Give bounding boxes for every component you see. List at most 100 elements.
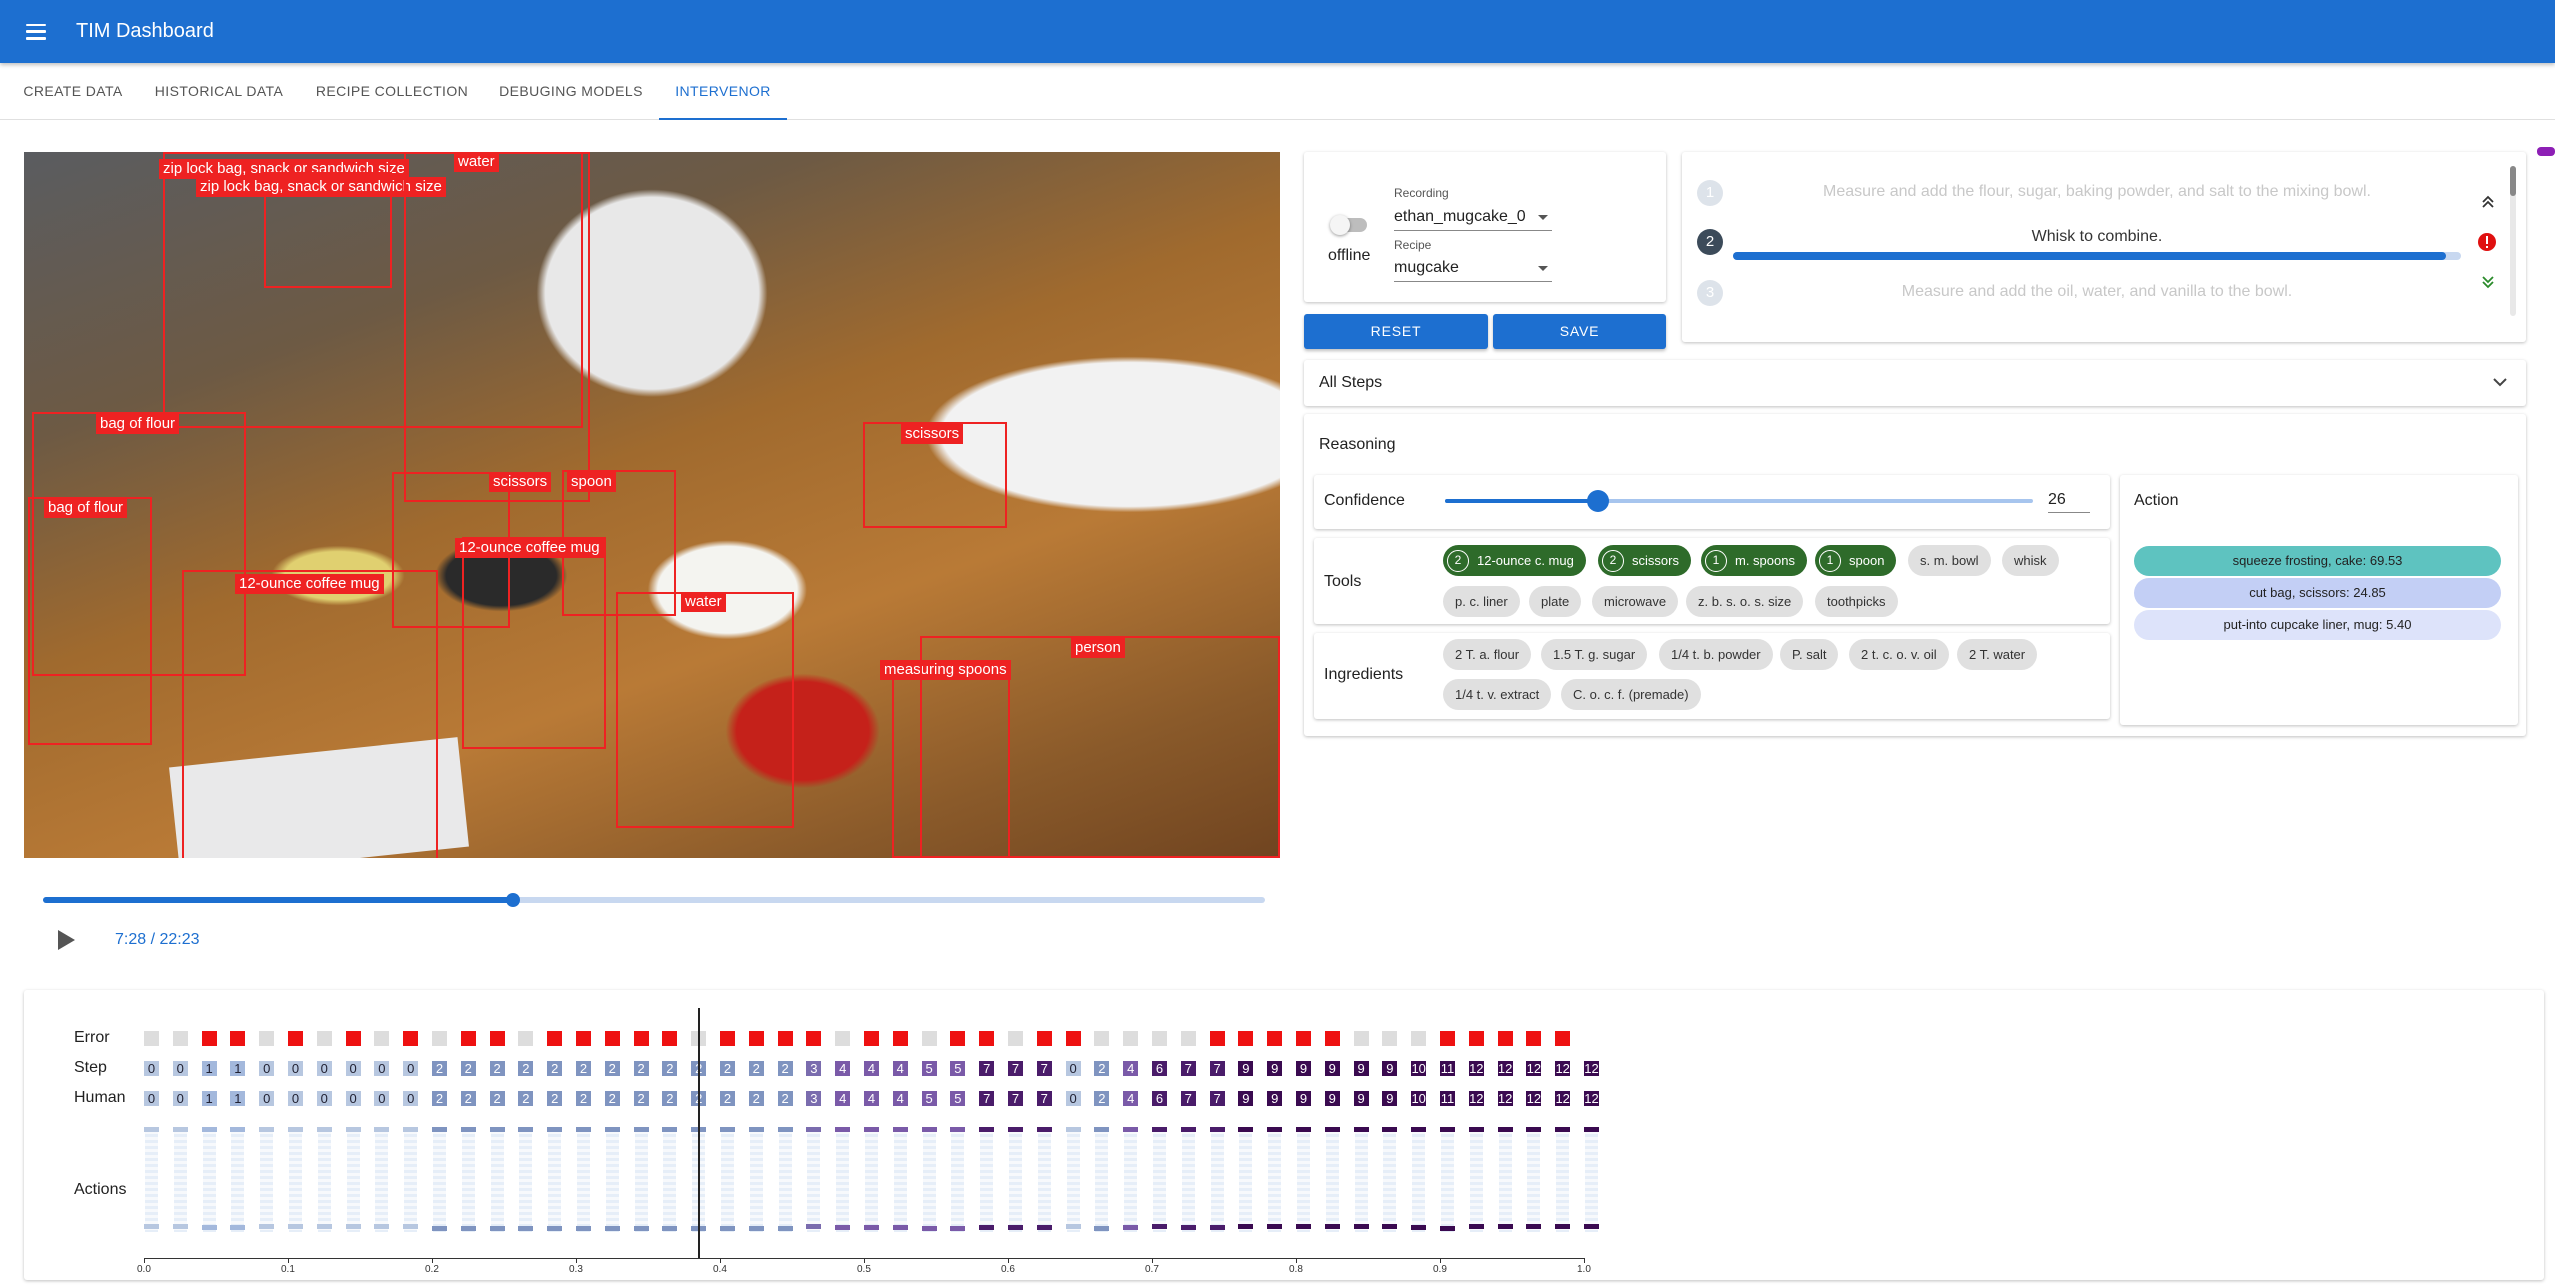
error-cell[interactable] [864, 1031, 879, 1046]
action-column[interactable] [1009, 1128, 1022, 1232]
step-cell[interactable]: 0 [288, 1061, 303, 1076]
step-cell[interactable]: 2 [460, 1061, 476, 1076]
action-column[interactable] [1210, 1128, 1224, 1232]
error-cell[interactable] [576, 1031, 591, 1046]
step-cell[interactable]: 5 [921, 1061, 937, 1076]
step-cell[interactable]: 12 [1584, 1061, 1599, 1076]
action-column[interactable] [1239, 1128, 1253, 1232]
step-cell[interactable]: 2 [518, 1061, 534, 1076]
step-cell[interactable]: 12 [1497, 1061, 1513, 1076]
action-column[interactable] [951, 1128, 965, 1232]
confidence-input[interactable]: 26 [2048, 491, 2090, 513]
confidence-thumb[interactable] [1586, 490, 1609, 512]
human-cell[interactable]: 2 [662, 1091, 678, 1106]
action-column[interactable] [865, 1128, 878, 1232]
step-cell[interactable]: 7 [1008, 1061, 1023, 1076]
error-cell[interactable] [1468, 1031, 1484, 1046]
recipe-select[interactable]: mugcake [1394, 259, 1552, 282]
recording-select[interactable]: ethan_mugcake_0 [1394, 208, 1552, 231]
action-column[interactable] [1124, 1128, 1138, 1232]
tool-chip[interactable]: microwave [1592, 586, 1679, 617]
action-column[interactable] [922, 1128, 936, 1232]
human-cell[interactable]: 2 [633, 1091, 649, 1106]
action-column[interactable] [461, 1128, 475, 1232]
action-column[interactable] [548, 1128, 562, 1232]
error-cell[interactable] [345, 1031, 361, 1046]
error-cell[interactable] [172, 1031, 188, 1046]
action-column[interactable] [836, 1128, 850, 1232]
error-cell[interactable] [374, 1031, 390, 1046]
human-cell[interactable]: 9 [1296, 1091, 1311, 1106]
ingredient-chip[interactable]: P. salt [1780, 639, 1839, 670]
human-cell[interactable]: 4 [835, 1091, 851, 1106]
error-cell[interactable] [1353, 1031, 1369, 1046]
step-cell[interactable]: 9 [1382, 1061, 1398, 1076]
error-cell[interactable] [1382, 1031, 1398, 1046]
action-column[interactable] [1297, 1128, 1310, 1232]
tool-chip[interactable]: toothpicks [1815, 586, 1898, 617]
step-cell[interactable]: 0 [144, 1061, 159, 1076]
human-cell[interactable]: 0 [374, 1091, 390, 1106]
human-cell[interactable]: 7 [1008, 1091, 1023, 1106]
action-column[interactable] [1585, 1128, 1598, 1232]
error-cell[interactable] [835, 1031, 851, 1046]
human-cell[interactable]: 1 [230, 1091, 246, 1106]
action-column[interactable] [519, 1128, 533, 1232]
error-cell[interactable] [144, 1031, 159, 1046]
ingredient-chip[interactable]: 1/4 t. b. powder [1659, 639, 1773, 670]
human-cell[interactable]: 12 [1555, 1091, 1571, 1106]
human-cell[interactable]: 4 [864, 1091, 879, 1106]
step-cell[interactable]: 6 [1152, 1061, 1167, 1076]
video-frame[interactable]: zip lock bag, snack or sandwich size zip… [24, 152, 1280, 858]
human-cell[interactable]: 0 [259, 1091, 275, 1106]
tool-chip-active[interactable]: 2 scissors [1598, 545, 1691, 576]
human-cell[interactable]: 12 [1526, 1091, 1542, 1106]
action-column[interactable] [433, 1128, 446, 1232]
error-cell[interactable] [201, 1031, 217, 1046]
step-cell[interactable]: 0 [1065, 1061, 1081, 1076]
human-cell[interactable]: 9 [1238, 1091, 1254, 1106]
human-cell[interactable]: 4 [1123, 1091, 1139, 1106]
error-cell[interactable] [950, 1031, 966, 1046]
error-cell[interactable] [1440, 1031, 1455, 1046]
action-column[interactable] [807, 1128, 821, 1232]
error-cell[interactable] [288, 1031, 303, 1046]
human-cell[interactable]: 0 [345, 1091, 361, 1106]
error-cell[interactable] [547, 1031, 563, 1046]
action-column[interactable] [1412, 1128, 1426, 1232]
step-cell[interactable]: 9 [1296, 1061, 1311, 1076]
human-cell[interactable]: 0 [144, 1091, 159, 1106]
tab-debuging-models[interactable]: DEBUGING MODELS [488, 63, 654, 120]
tab-recipe-collection[interactable]: RECIPE COLLECTION [300, 63, 484, 120]
human-cell[interactable]: 2 [748, 1091, 764, 1106]
human-cell[interactable]: 6 [1152, 1091, 1167, 1106]
step-cell[interactable]: 3 [806, 1061, 822, 1076]
step-cell[interactable]: 2 [432, 1061, 447, 1076]
human-cell[interactable]: 12 [1497, 1091, 1513, 1106]
step-cell[interactable]: 4 [835, 1061, 851, 1076]
action-column[interactable] [375, 1128, 389, 1232]
tool-chip[interactable]: whisk [2002, 545, 2059, 576]
action-column[interactable] [1383, 1128, 1397, 1232]
tab-intervenor[interactable]: INTERVENOR [659, 63, 787, 120]
human-cell[interactable]: 0 [316, 1091, 332, 1106]
ingredient-chip[interactable]: C. o. c. f. (premade) [1561, 679, 1701, 710]
human-cell[interactable]: 2 [547, 1091, 563, 1106]
human-cell[interactable]: 7 [1180, 1091, 1196, 1106]
error-cell[interactable] [892, 1031, 908, 1046]
human-cell[interactable]: 11 [1440, 1091, 1455, 1106]
tool-chip[interactable]: plate [1529, 586, 1582, 617]
error-cell[interactable] [432, 1031, 447, 1046]
error-cell[interactable] [230, 1031, 246, 1046]
action-column[interactable] [289, 1128, 302, 1232]
step-cell[interactable]: 9 [1353, 1061, 1369, 1076]
error-cell[interactable] [1267, 1031, 1283, 1046]
human-cell[interactable]: 4 [892, 1091, 908, 1106]
human-cell[interactable]: 3 [806, 1091, 822, 1106]
human-cell[interactable]: 2 [518, 1091, 534, 1106]
error-cell[interactable] [1123, 1031, 1139, 1046]
human-cell[interactable]: 9 [1382, 1091, 1398, 1106]
step-cell[interactable]: 11 [1440, 1061, 1455, 1076]
error-cell[interactable] [979, 1031, 995, 1046]
error-cell[interactable] [1065, 1031, 1081, 1046]
